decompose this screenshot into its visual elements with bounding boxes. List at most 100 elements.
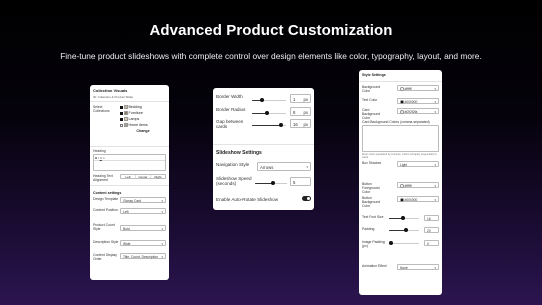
navigation-style-select[interactable]: Arrows ▾ bbox=[257, 162, 311, 171]
design-template-select[interactable]: Glossy Card ▾ bbox=[120, 197, 166, 203]
navigation-style-label: Navigation Style bbox=[216, 162, 250, 167]
background-color-input[interactable]: #ffffff ▾ bbox=[397, 85, 439, 91]
slider-handle[interactable] bbox=[400, 216, 405, 220]
card-colors-label: Card Background Colors (comma-separated) bbox=[362, 120, 430, 124]
image-padding-slider[interactable] bbox=[389, 241, 419, 245]
animation-select[interactable]: None ▾ bbox=[397, 264, 439, 270]
collection-item[interactable]: Bedding bbox=[120, 105, 166, 109]
chevron-down-icon: ▾ bbox=[434, 198, 436, 202]
btn-fg-input[interactable]: #ffffff ▾ bbox=[397, 182, 439, 188]
field-label: Content Position bbox=[93, 208, 118, 212]
card-bg-input[interactable]: #f2f2f2fa ▾ bbox=[397, 108, 439, 114]
collection-visuals-panel: Collection Visuals ID: Collection & Prod… bbox=[90, 85, 169, 280]
border-radius-input[interactable]: 8 px bbox=[290, 107, 311, 116]
chevron-down-icon: ▾ bbox=[434, 184, 436, 188]
content-display-order-select[interactable]: Title, Count, Description ▾ bbox=[120, 253, 166, 259]
font-size-label: Text Font Size bbox=[362, 215, 384, 219]
align-left-option[interactable]: Left bbox=[121, 175, 135, 179]
collections-list: Bedding Furniture Lamps Home items Chang… bbox=[120, 105, 166, 133]
color-swatch-icon[interactable] bbox=[400, 100, 404, 104]
image-padding-input[interactable]: 0 bbox=[424, 240, 439, 246]
gap-slider[interactable] bbox=[252, 123, 286, 127]
padding-slider[interactable] bbox=[389, 228, 419, 232]
animation-row: Animation Effect None ▾ bbox=[362, 264, 439, 272]
slider-handle[interactable] bbox=[265, 111, 270, 115]
collection-item[interactable]: Home items bbox=[120, 123, 166, 127]
field-label: Design Template bbox=[93, 197, 119, 201]
padding-input[interactable]: 20 bbox=[424, 227, 439, 233]
underline-icon[interactable]: U bbox=[100, 156, 102, 160]
color-swatch-icon[interactable] bbox=[400, 87, 404, 91]
slider-handle[interactable] bbox=[278, 123, 283, 127]
alignment-segmented-control[interactable]: Left Center Right bbox=[120, 174, 166, 179]
field-row: Description Style Wide ▾ bbox=[93, 240, 166, 252]
box-shadow-select[interactable]: Light ▾ bbox=[397, 161, 439, 167]
chevron-down-icon: ▾ bbox=[161, 199, 163, 203]
slider-row: Gap between cards 16 px bbox=[216, 119, 311, 137]
slider-handle[interactable] bbox=[403, 228, 408, 232]
slider-handle[interactable] bbox=[260, 98, 265, 102]
border-width-slider[interactable] bbox=[252, 98, 286, 102]
card-colors-textarea[interactable] bbox=[362, 125, 439, 152]
slider-row: Border Width 1 px bbox=[216, 94, 311, 104]
editor-toolbar[interactable]: B I U ∞ bbox=[94, 155, 165, 161]
change-button[interactable]: Change bbox=[120, 129, 166, 133]
heading-editor[interactable]: B I U ∞ bbox=[93, 154, 166, 171]
collection-item[interactable]: Furniture bbox=[120, 111, 166, 115]
align-right-option[interactable]: Right bbox=[150, 175, 165, 179]
box-shadow-label: Box Shadow bbox=[362, 161, 382, 165]
speed-input[interactable]: 5 bbox=[290, 177, 311, 186]
collection-item-label: Home items bbox=[128, 123, 148, 127]
link-icon[interactable]: ∞ bbox=[103, 156, 105, 160]
card-bg-label: Card Background Color bbox=[362, 108, 381, 120]
gap-input[interactable]: 16 px bbox=[290, 119, 311, 128]
border-radius-slider[interactable] bbox=[252, 111, 286, 115]
btn-bg-input[interactable]: #000000 ▾ bbox=[397, 196, 439, 202]
animation-label: Animation Effect bbox=[362, 264, 387, 268]
collection-item-label: Lamps bbox=[128, 117, 140, 121]
chevron-down-icon: ▾ bbox=[434, 87, 436, 91]
autorotate-label: Enable Auto-Rotate Slideshow bbox=[216, 197, 279, 202]
image-padding-label: Image Padding (px) bbox=[362, 240, 385, 248]
chevron-down-icon: ▾ bbox=[434, 110, 436, 114]
collection-item[interactable]: Lamps bbox=[120, 117, 166, 121]
nav-style-row: Navigation Style Arrows ▾ bbox=[216, 162, 311, 172]
thumbnail-icon bbox=[124, 123, 128, 127]
slider-handle[interactable] bbox=[270, 181, 275, 185]
color-swatch-icon[interactable] bbox=[400, 198, 404, 202]
bold-icon[interactable]: B bbox=[95, 156, 97, 160]
chevron-down-icon: ▾ bbox=[434, 163, 436, 167]
unit-label: px bbox=[303, 110, 308, 115]
border-width-input[interactable]: 1 px bbox=[290, 94, 311, 103]
hero-title: Advanced Product Customization bbox=[149, 22, 393, 39]
field-label: Product Count Style bbox=[93, 223, 115, 231]
font-size-slider[interactable] bbox=[389, 216, 419, 220]
product-count-style-select[interactable]: Bold ▾ bbox=[120, 225, 166, 231]
padding-row: Padding 20 bbox=[362, 227, 439, 235]
speed-slider[interactable] bbox=[255, 181, 287, 185]
align-center-option[interactable]: Center bbox=[135, 175, 150, 179]
description-style-select[interactable]: Wide ▾ bbox=[120, 240, 166, 246]
btn-bg-label: Button Background Color bbox=[362, 196, 381, 208]
chevron-down-icon: ▾ bbox=[161, 242, 163, 246]
text-color-input[interactable]: #000000 ▾ bbox=[397, 98, 439, 104]
gap-between-cards-label: Gap between cards bbox=[216, 119, 244, 129]
content-position-select[interactable]: Left ▾ bbox=[120, 208, 166, 214]
color-swatch-icon[interactable] bbox=[400, 184, 404, 188]
autorotate-toggle[interactable] bbox=[302, 196, 311, 201]
chevron-down-icon: ▾ bbox=[306, 165, 308, 169]
checkbox-icon[interactable] bbox=[120, 111, 123, 115]
field-label: Content Display Order bbox=[93, 253, 117, 261]
thumbnail-icon bbox=[124, 111, 128, 115]
slider-handle[interactable] bbox=[389, 241, 393, 245]
checkbox-icon[interactable] bbox=[120, 123, 123, 127]
font-size-input[interactable]: 16 bbox=[424, 215, 439, 221]
btn-bg-row: Button Background Color #000000 ▾ bbox=[362, 196, 439, 208]
checkbox-icon[interactable] bbox=[120, 105, 123, 109]
checkbox-icon[interactable] bbox=[120, 117, 123, 121]
color-swatch-icon[interactable] bbox=[400, 110, 404, 114]
chevron-down-icon: ▾ bbox=[161, 210, 163, 214]
heading-alignment-label: Heading Text Alignment bbox=[93, 174, 113, 182]
field-label: Description Style bbox=[93, 240, 119, 244]
panel-title: Collection Visuals bbox=[93, 88, 128, 93]
